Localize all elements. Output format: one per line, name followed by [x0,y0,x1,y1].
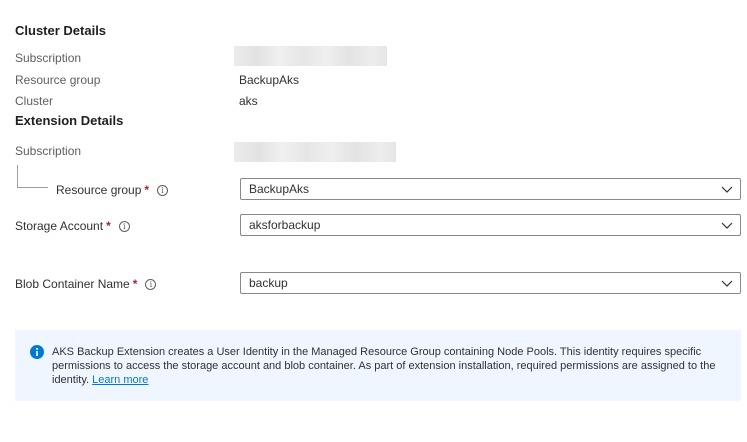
cluster-value: aks [239,94,258,108]
info-icon[interactable]: i [145,278,157,290]
storage-account-selected-value: aksforbackup [249,218,321,232]
extension-subscription-value-redacted [234,142,396,162]
chevron-down-icon [721,222,733,229]
cluster-details-title: Cluster Details [15,23,107,38]
cluster-resource-group-label: Resource group [15,73,101,87]
resource-group-dropdown[interactable]: BackupAks [240,178,741,200]
cluster-label: Cluster [15,94,54,108]
blob-container-field-label: Blob Container Name * i [15,277,157,291]
info-icon[interactable]: i [157,184,169,196]
required-marker: * [106,219,111,233]
blob-container-dropdown[interactable]: backup [240,272,741,294]
cluster-subscription-value-redacted [234,46,387,66]
resource-group-label-text: Resource group [56,183,142,197]
cluster-subscription-label: Subscription [15,51,82,65]
storage-account-dropdown[interactable]: aksforbackup [240,214,741,236]
resource-group-field-label: Resource group * i [56,183,169,197]
info-banner: AKS Backup Extension creates a User Iden… [15,330,741,401]
learn-more-link[interactable]: Learn more [92,374,148,386]
required-marker: * [144,183,150,197]
info-banner-message: AKS Backup Extension creates a User Iden… [52,345,722,387]
info-banner-text: AKS Backup Extension creates a User Iden… [52,346,716,386]
chevron-down-icon [721,280,733,287]
storage-account-label-text: Storage Account [15,219,104,233]
cluster-resource-group-value: BackupAks [239,73,300,87]
info-icon[interactable]: i [118,220,130,232]
tree-connector [17,165,48,188]
blob-container-selected-value: backup [249,276,288,290]
resource-group-selected-value: BackupAks [249,182,310,196]
required-marker: * [132,277,138,291]
blob-container-label-text: Blob Container Name [15,277,130,291]
info-icon [30,345,44,359]
extension-subscription-label: Subscription [15,144,82,158]
storage-account-field-label: Storage Account * i [15,219,130,233]
extension-details-title: Extension Details [15,113,124,128]
chevron-down-icon [721,186,733,193]
